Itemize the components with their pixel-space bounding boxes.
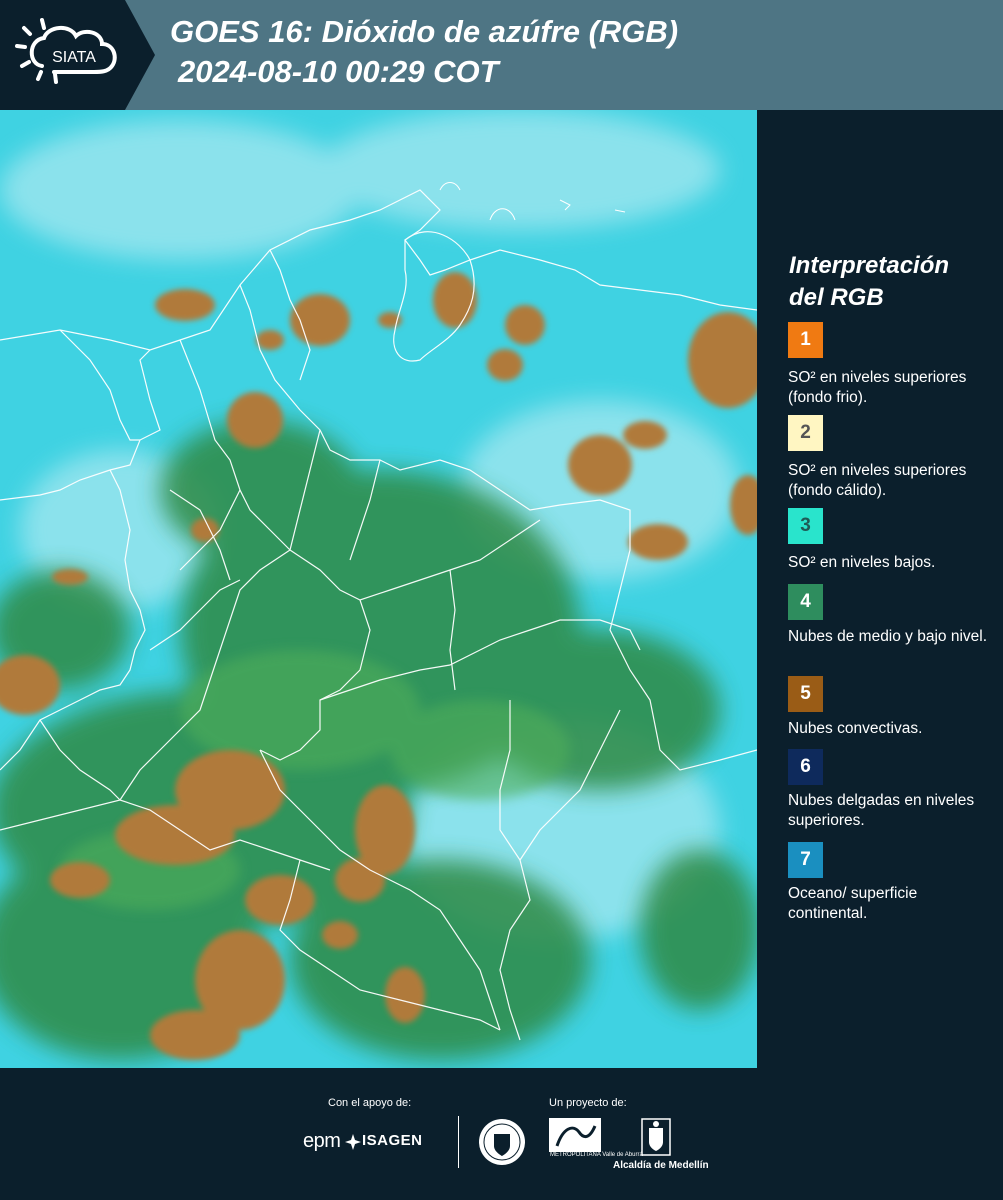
page-timestamp: 2024-08-10 00:29 COT	[178, 54, 499, 89]
legend-item-4-text: Nubes de medio y bajo nivel.	[788, 628, 988, 645]
legend-title: Interpretación del RGB	[789, 250, 949, 314]
footer: Con el apoyo de: Un proyecto de: epm ISA…	[0, 1068, 1003, 1200]
isagen-logo: ISAGEN	[362, 1132, 423, 1149]
svg-text:SIATA: SIATA	[52, 49, 96, 66]
legend-item-1-text: SO² en niveles superiores (fondo frio).	[788, 369, 967, 406]
footer-divider	[458, 1116, 459, 1168]
legend-item-6-text: Nubes delgadas en niveles superiores.	[788, 792, 975, 829]
legend-item-3-text: SO² en niveles bajos.	[788, 554, 936, 571]
project-label: Un proyecto de:	[549, 1097, 627, 1109]
legend-swatch-4: 4	[788, 584, 823, 620]
siata-logo-icon: SIATA	[15, 18, 117, 84]
alcaldia-text: Alcaldía de Medellín	[613, 1160, 709, 1171]
epm-logo: epm	[303, 1130, 341, 1152]
legend-swatch-3: 3	[788, 508, 823, 544]
legend-swatch-7: 7	[788, 842, 823, 878]
area-metropolitana-text: METROPOLITANA Valle de Aburrá	[550, 1152, 643, 1158]
legend-item-5-text: Nubes convectivas.	[788, 720, 923, 737]
isagen-star-icon	[345, 1134, 361, 1150]
legend-item-2-text: SO² en niveles superiores (fondo cálido)…	[788, 462, 967, 499]
area-metropolitana-logo-icon	[549, 1118, 601, 1170]
legend-swatch-5: 5	[788, 676, 823, 712]
satellite-image	[0, 110, 757, 1068]
legend-swatch-1: 1	[788, 322, 823, 358]
support-label: Con el apoyo de:	[328, 1097, 412, 1109]
alcaldia-emblem-icon	[641, 1118, 671, 1156]
legend-item-7-text: Oceano/ superficie continental.	[788, 885, 918, 922]
legend-panel: Interpretación del RGB 1 SO² en niveles …	[760, 110, 1003, 1068]
page-title: GOES 16: Dióxido de azúfre (RGB)	[170, 14, 679, 49]
legend-swatch-2: 2	[788, 415, 823, 451]
header: SIATA GOES 16: Dióxido de azúfre (RGB) 2…	[0, 0, 1003, 110]
legend-swatch-6: 6	[788, 749, 823, 785]
legend-title-line2: del RGB	[789, 284, 884, 311]
satellite-map	[0, 110, 757, 1068]
medellin-seal-icon	[479, 1119, 525, 1165]
legend-title-line1: Interpretación	[789, 252, 950, 279]
